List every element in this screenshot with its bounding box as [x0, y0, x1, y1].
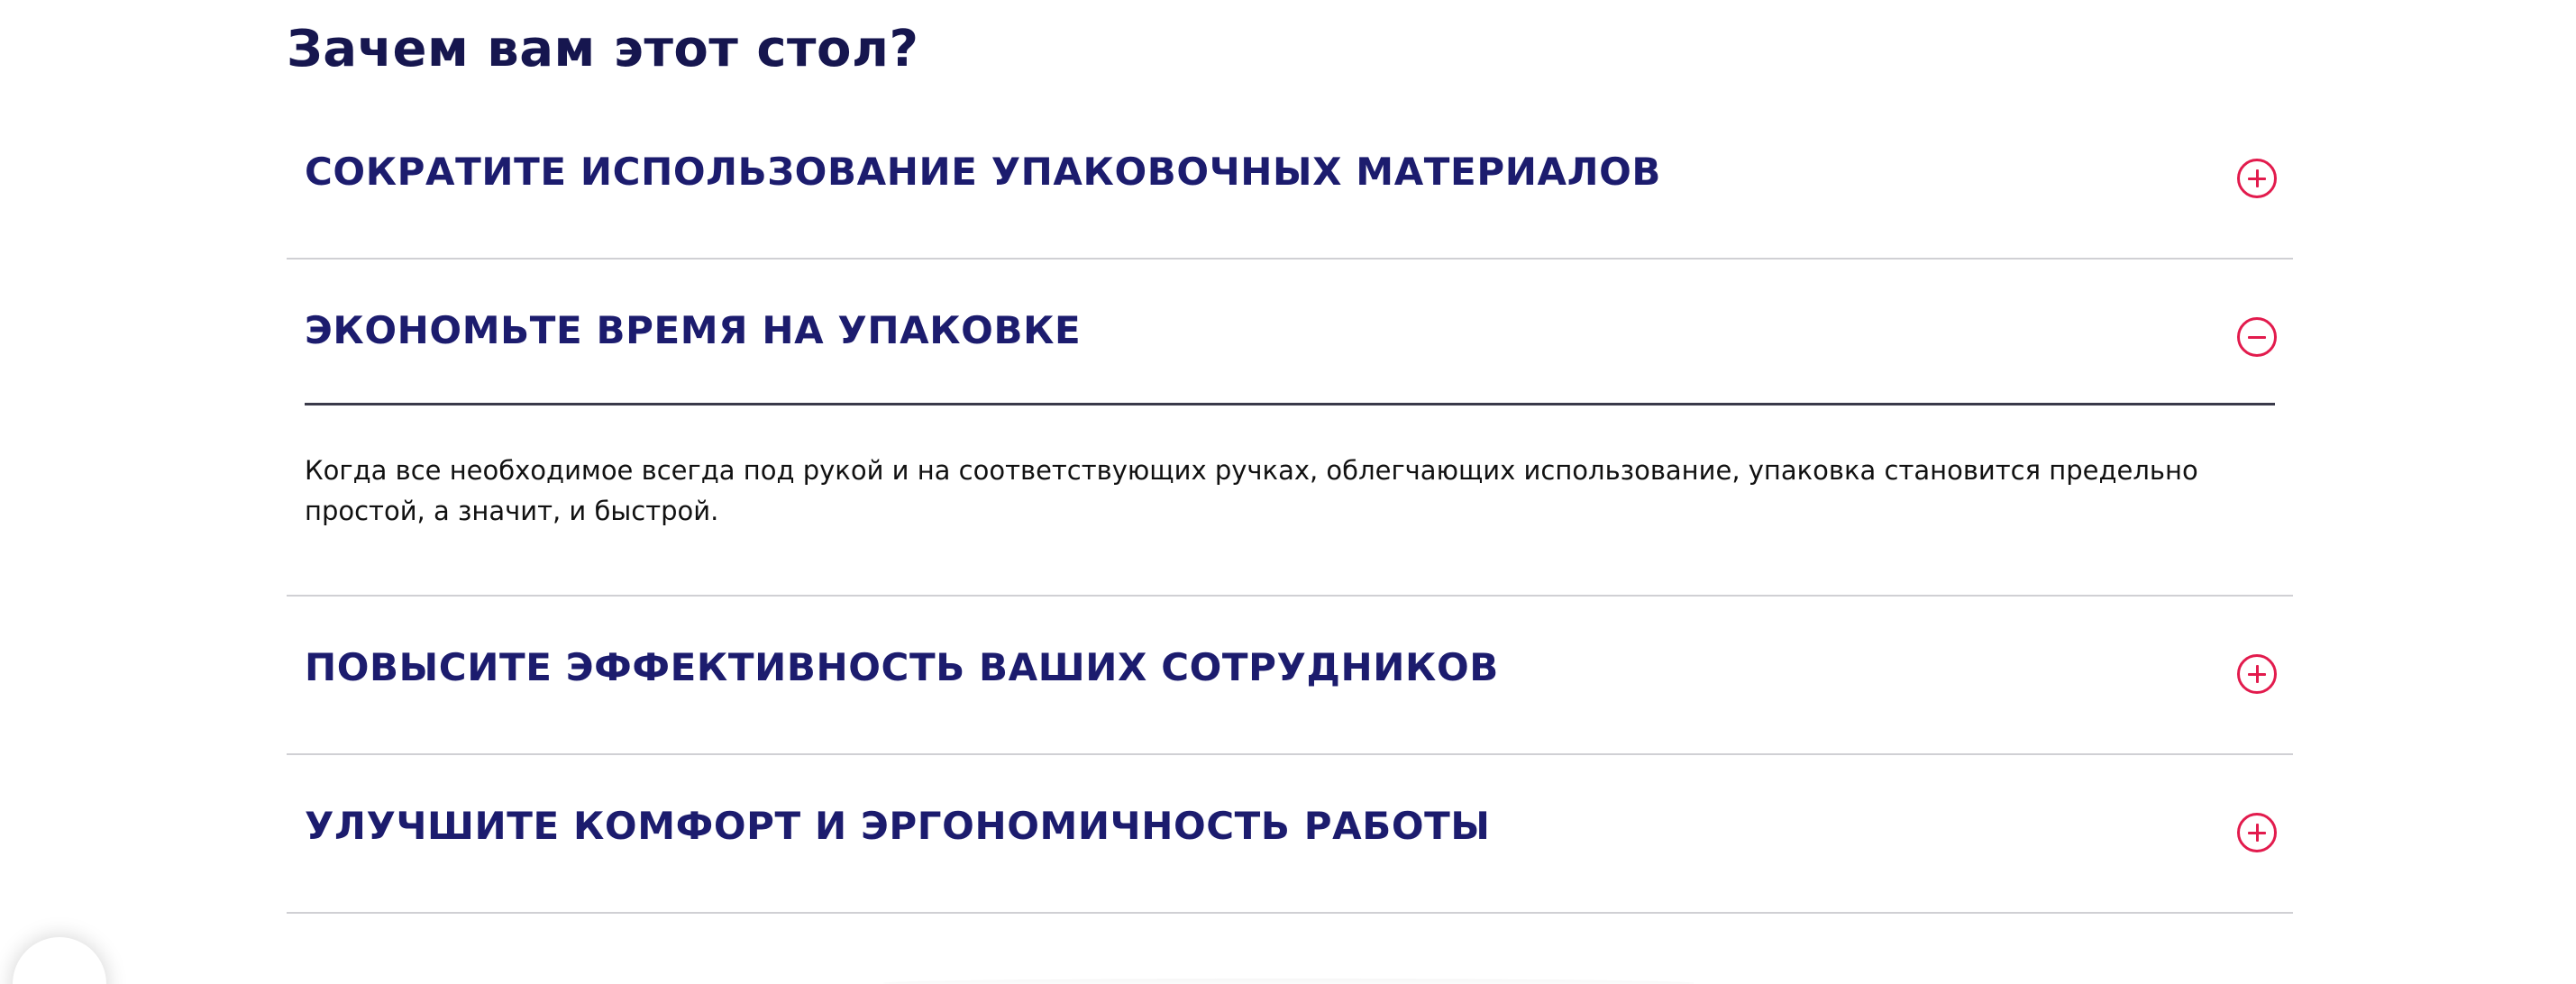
accordion-item-title: ПОВЫСИТЕ ЭФФЕКТИВНОСТЬ ВАШИХ СОТРУДНИКОВ: [305, 645, 1499, 689]
plus-circle-icon[interactable]: [2237, 159, 2277, 198]
accordion-item-body: Когда все необходимое всегда под рукой и…: [305, 455, 2198, 526]
accordion: СОКРАТИТЕ ИСПОЛЬЗОВАНИЕ УПАКОВОЧНЫХ МАТЕ…: [287, 101, 2293, 914]
accordion-item-comfort: УЛУЧШИТЕ КОМФОРТ И ЭРГОНОМИЧНОСТЬ РАБОТЫ: [287, 755, 2293, 914]
section-bottom-shadow: [883, 979, 1694, 984]
accordion-item-reduce-packaging: СОКРАТИТЕ ИСПОЛЬЗОВАНИЕ УПАКОВОЧНЫХ МАТЕ…: [287, 101, 2293, 260]
accordion-item-title: УЛУЧШИТЕ КОМФОРТ И ЭРГОНОМИЧНОСТЬ РАБОТЫ: [305, 804, 1491, 848]
accordion-item-title: СОКРАТИТЕ ИСПОЛЬЗОВАНИЕ УПАКОВОЧНЫХ МАТЕ…: [305, 150, 1661, 194]
minus-circle-icon[interactable]: [2237, 317, 2277, 357]
accordion-header[interactable]: ЭКОНОМЬТЕ ВРЕМЯ НА УПАКОВКЕ: [287, 260, 2293, 405]
floating-action-button[interactable]: [13, 937, 106, 984]
accordion-item-title: ЭКОНОМЬТЕ ВРЕМЯ НА УПАКОВКЕ: [305, 308, 1082, 352]
plus-circle-icon[interactable]: [2237, 654, 2277, 694]
accordion-header[interactable]: СОКРАТИТЕ ИСПОЛЬЗОВАНИЕ УПАКОВОЧНЫХ МАТЕ…: [287, 101, 2293, 258]
plus-circle-icon[interactable]: [2237, 813, 2277, 852]
accordion-item-save-time: ЭКОНОМЬТЕ ВРЕМЯ НА УПАКОВКЕ Когда все не…: [287, 260, 2293, 597]
accordion-header[interactable]: УЛУЧШИТЕ КОМФОРТ И ЭРГОНОМИЧНОСТЬ РАБОТЫ: [287, 755, 2293, 912]
accordion-header[interactable]: ПОВЫСИТЕ ЭФФЕКТИВНОСТЬ ВАШИХ СОТРУДНИКОВ: [287, 597, 2293, 753]
section-title: Зачем вам этот стол?: [287, 20, 919, 78]
accordion-item-efficiency: ПОВЫСИТЕ ЭФФЕКТИВНОСТЬ ВАШИХ СОТРУДНИКОВ: [287, 597, 2293, 755]
page: Зачем вам этот стол? СОКРАТИТЕ ИСПОЛЬЗОВ…: [0, 0, 2576, 984]
